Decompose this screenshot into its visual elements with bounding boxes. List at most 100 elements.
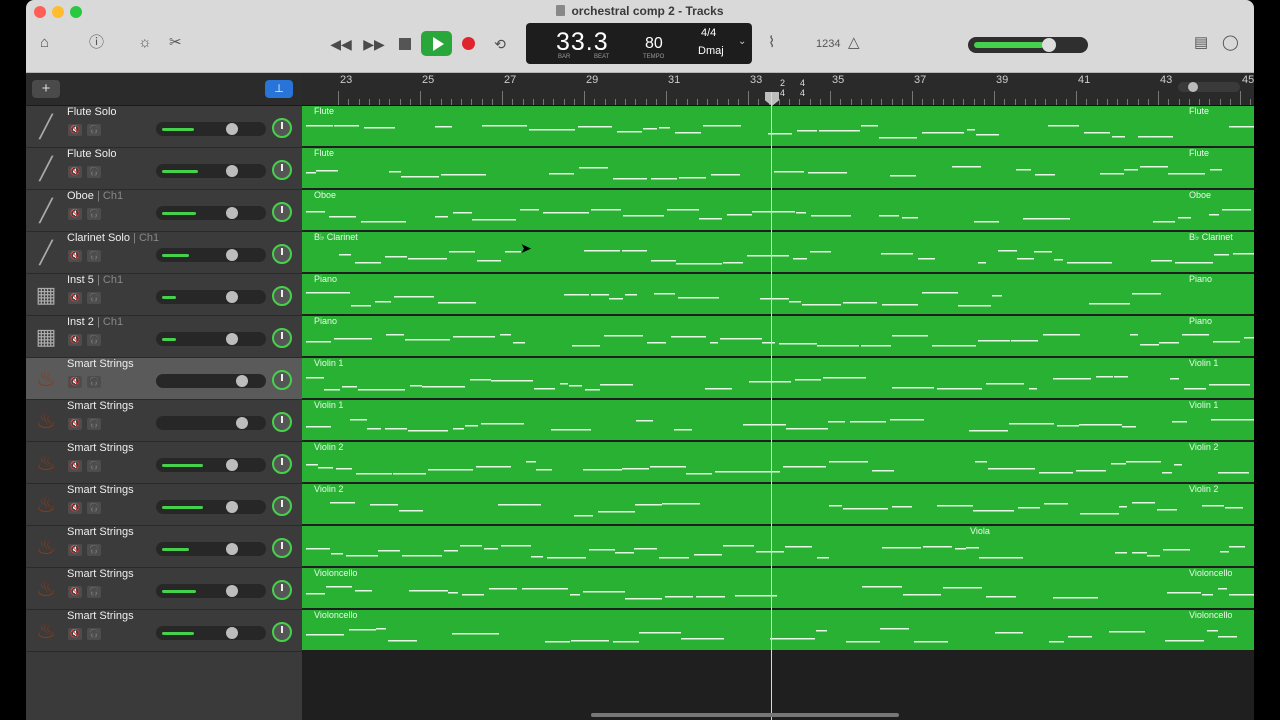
mute-button[interactable]: 🔇 [68,460,82,472]
library-icon[interactable]: ⌂ [40,34,49,52]
track-header[interactable]: ╱ Oboe | Ch1 🔇 🎧 [26,190,302,232]
midi-region[interactable]: Flute Flute [302,148,1254,188]
master-volume-slider[interactable] [968,37,1088,53]
volume-knob[interactable] [226,123,238,135]
track-name[interactable]: Smart Strings [67,484,134,496]
loops-icon[interactable]: ◯ [1222,34,1239,52]
midi-region[interactable]: Piano Piano [302,274,1254,314]
track-name[interactable]: Flute Solo [67,106,117,118]
mute-button[interactable]: 🔇 [68,586,82,598]
snap-button[interactable]: ⊥ [265,80,293,98]
cycle-icon[interactable]: ⟲ [488,33,512,55]
chevron-down-icon[interactable]: ⌄ [738,36,746,47]
track-volume-slider[interactable] [156,206,266,220]
scissors-icon[interactable]: ✂ [169,34,182,52]
track-name[interactable]: Smart Strings [67,526,134,538]
volume-knob[interactable] [226,333,238,345]
midi-region[interactable]: Violoncello Violoncello [302,610,1254,650]
track-name[interactable]: Oboe | Ch1 [67,190,123,202]
stop-icon[interactable] [399,38,411,50]
track-name[interactable]: Smart Strings [67,610,134,622]
tuner-icon[interactable]: ⌇ [768,34,775,52]
solo-button[interactable]: 🎧 [87,334,101,346]
volume-knob[interactable] [236,375,248,387]
midi-region[interactable]: Piano Piano [302,316,1254,356]
mute-button[interactable]: 🔇 [68,166,82,178]
pan-knob[interactable] [272,580,292,600]
solo-button[interactable]: 🎧 [87,460,101,472]
volume-knob[interactable] [226,291,238,303]
track-header[interactable]: ♨ Smart Strings 🔇 🎧 [26,400,302,442]
tempo-readout[interactable]: 80 [645,35,663,53]
midi-region[interactable]: Violin 1 Violin 1 [302,358,1254,398]
volume-knob[interactable] [226,207,238,219]
play-icon[interactable] [421,31,452,56]
smart-controls-icon[interactable]: ☼ [138,34,152,52]
pan-knob[interactable] [272,412,292,432]
help-icon[interactable]: ⓘ [89,34,104,52]
midi-region[interactable]: Violoncello Violoncello [302,568,1254,608]
volume-knob[interactable] [236,417,248,429]
volume-knob[interactable] [226,165,238,177]
mute-button[interactable]: 🔇 [68,250,82,262]
mute-button[interactable]: 🔇 [68,376,82,388]
mute-button[interactable]: 🔇 [68,502,82,514]
track-volume-slider[interactable] [156,248,266,262]
track-volume-slider[interactable] [156,164,266,178]
time-signature[interactable]: 4/4 [701,27,716,39]
solo-button[interactable]: 🎧 [87,628,101,640]
track-volume-slider[interactable] [156,374,266,388]
pan-knob[interactable] [272,118,292,138]
track-name[interactable]: Smart Strings [67,442,134,454]
zoom-slider[interactable] [1178,82,1240,92]
solo-button[interactable]: 🎧 [87,376,101,388]
solo-button[interactable]: 🎧 [87,208,101,220]
track-name[interactable]: Smart Strings [67,400,134,412]
track-volume-slider[interactable] [156,626,266,640]
master-volume-knob[interactable] [1042,38,1056,52]
volume-knob[interactable] [226,627,238,639]
notepad-icon[interactable]: ▤ [1194,34,1208,52]
track-name[interactable]: Inst 2 | Ch1 [67,316,123,328]
metronome-icon[interactable]: △ [848,34,860,52]
track-header[interactable]: ♨ Smart Strings 🔇 🎧 [26,610,302,652]
midi-region[interactable]: Violin 2 Violin 2 [302,484,1254,524]
pan-knob[interactable] [272,622,292,642]
track-header[interactable]: ♨ Smart Strings 🔇 🎧 [26,484,302,526]
solo-button[interactable]: 🎧 [87,166,101,178]
solo-button[interactable]: 🎧 [87,544,101,556]
pan-knob[interactable] [272,538,292,558]
fast-forward-icon[interactable]: ▶▶ [362,33,386,55]
mute-button[interactable]: 🔇 [68,292,82,304]
track-name[interactable]: Smart Strings [67,568,134,580]
pan-knob[interactable] [272,286,292,306]
track-header[interactable]: ╱ Flute Solo 🔇 🎧 [26,148,302,190]
track-volume-slider[interactable] [156,332,266,346]
pan-knob[interactable] [272,496,292,516]
track-header[interactable]: ♨ Smart Strings 🔇 🎧 [26,358,302,400]
track-volume-slider[interactable] [156,542,266,556]
track-header[interactable]: ╱ Flute Solo 🔇 🎧 [26,106,302,148]
solo-button[interactable]: 🎧 [87,292,101,304]
volume-knob[interactable] [226,249,238,261]
midi-region[interactable]: B♭ Clarinet B♭ Clarinet [302,232,1254,272]
midi-region[interactable]: Oboe Oboe [302,190,1254,230]
volume-knob[interactable] [226,459,238,471]
solo-button[interactable]: 🎧 [87,586,101,598]
record-icon[interactable] [462,37,475,50]
key-signature[interactable]: Dmaj [698,45,724,57]
track-name[interactable]: Smart Strings [67,358,134,370]
tracks-area[interactable]: Flute Flute Flute Flute Oboe Oboe B♭ Clarinet B… [302,106,1254,720]
solo-button[interactable]: 🎧 [87,418,101,430]
pan-knob[interactable] [272,370,292,390]
volume-knob[interactable] [226,585,238,597]
track-name[interactable]: Flute Solo [67,148,117,160]
track-volume-slider[interactable] [156,584,266,598]
rewind-icon[interactable]: ◀◀ [329,33,353,55]
pan-knob[interactable] [272,454,292,474]
horizontal-scrollbar[interactable] [591,713,899,717]
track-name[interactable]: Inst 5 | Ch1 [67,274,123,286]
track-name[interactable]: Clarinet Solo | Ch1 [67,232,159,244]
midi-region[interactable]: Violin 2 Violin 2 [302,442,1254,482]
track-volume-slider[interactable] [156,122,266,136]
